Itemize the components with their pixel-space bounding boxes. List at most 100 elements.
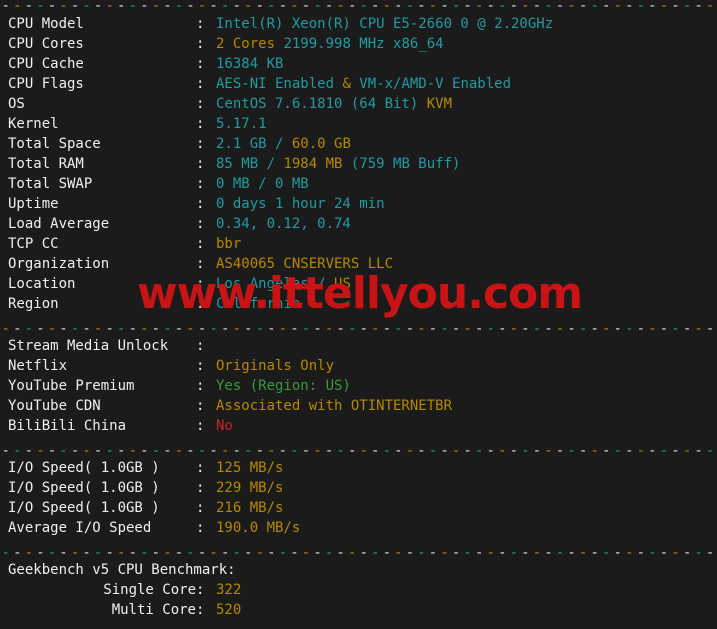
- info-row: CPU Model: Intel(R) Xeon(R) CPU E5-2660 0…: [0, 14, 717, 34]
- separator-after-stream-media: ----------------------------------------…: [1, 445, 715, 458]
- info-row-value: Yes (Region: US): [216, 378, 351, 394]
- info-row-colon: :: [196, 76, 205, 92]
- info-row-label: Uptime: [8, 196, 59, 212]
- info-row: CPU Cores:2 Cores 2199.998 MHz x86_64: [0, 34, 717, 54]
- separator-after-io-speed: ----------------------------------------…: [1, 547, 715, 560]
- info-row-label: Total Space: [8, 136, 101, 152]
- info-row-label: Stream Media Unlock: [8, 338, 169, 354]
- value-part: AES-NI Enabled: [216, 76, 343, 92]
- info-row-colon: :: [196, 296, 205, 312]
- info-row-label: Organization: [8, 256, 110, 272]
- info-row-colon: :: [196, 480, 205, 496]
- info-row-value: 0.34, 0.12, 0.74: [216, 216, 351, 232]
- value-part: 190.0 MB/s: [216, 520, 301, 536]
- section-heading-text: Geekbench v5 CPU Benchmark:: [8, 562, 236, 578]
- info-row-colon: :: [196, 56, 205, 72]
- section-geekbench: Geekbench v5 CPU Benchmark: Single Core: 3…: [0, 560, 717, 629]
- info-row: Stream Media Unlock:: [0, 336, 717, 356]
- info-row: Region: California: [0, 294, 717, 314]
- info-row-colon: :: [196, 156, 205, 172]
- value-part: No: [216, 418, 233, 434]
- info-row-colon: :: [196, 116, 205, 132]
- info-row-colon: :: [196, 136, 205, 152]
- info-row-colon: :: [196, 16, 205, 32]
- info-row-value: 5.17.1: [216, 116, 267, 132]
- info-row-value: No: [216, 418, 233, 434]
- section-stream-media-unlock: Stream Media Unlock: Netflix: Originals On…: [0, 336, 717, 445]
- value-part: Originals Only: [216, 358, 335, 374]
- value-part: 229 MB/s: [216, 480, 284, 496]
- info-row-colon: :: [196, 358, 205, 374]
- info-row: YouTube Premium: Yes (Region: US): [0, 376, 717, 396]
- value-part: AS40065 CNSERVERS LLC: [216, 256, 394, 272]
- info-row-colon: :: [196, 236, 205, 252]
- value-part: &: [342, 76, 360, 92]
- section-heading: Geekbench v5 CPU Benchmark:: [0, 560, 717, 580]
- info-row-colon: :: [196, 176, 205, 192]
- value-part: /: [317, 276, 335, 292]
- info-row-colon: :: [196, 520, 205, 536]
- info-row: Single Core: 322: [0, 580, 717, 600]
- value-part: 125 MB/s: [216, 460, 284, 476]
- info-row-label: Region: [8, 296, 59, 312]
- value-part: KVM: [426, 96, 453, 112]
- value-part: VM-x/AMD-V Enabled: [359, 76, 512, 92]
- info-row-label: TCP CC: [8, 236, 59, 252]
- info-row: CPU Flags: AES-NI Enabled & VM-x/AMD-V En…: [0, 74, 717, 94]
- info-row-label: Total RAM: [8, 156, 84, 172]
- info-row-label: I/O Speed( 1.0GB ): [8, 500, 160, 516]
- info-row: Kernel:5.17.1: [0, 114, 717, 134]
- info-row-label: CPU Cache: [8, 56, 84, 72]
- info-row-label: Netflix: [8, 358, 68, 374]
- info-row: BiliBili China: No: [0, 416, 717, 436]
- info-row: Multi Core: 520: [0, 600, 717, 620]
- info-row: Organization: AS40065 CNSERVERS LLC: [0, 254, 717, 274]
- info-row-colon: :: [196, 36, 205, 52]
- value-part: 0 MB / 0 MB: [216, 176, 309, 192]
- value-part: 322: [216, 582, 242, 598]
- info-row: CPU Cache:16384 KB: [0, 54, 717, 74]
- value-part: 0 days 1 hour 24 min: [216, 196, 385, 212]
- info-row-value: 0 days 1 hour 24 min: [216, 196, 385, 212]
- info-row: Average I/O Speed:190.0 MB/s: [0, 518, 717, 538]
- info-row-label: YouTube CDN: [8, 398, 101, 414]
- info-row-label: CPU Cores: [8, 36, 84, 52]
- info-row-colon: :: [196, 276, 205, 292]
- info-row-label: CPU Flags: [8, 76, 84, 92]
- info-row-colon: :: [196, 602, 205, 618]
- info-row: YouTube CDN: Associated with OTINTERNETBR: [0, 396, 717, 416]
- info-row-value: 216 MB/s: [216, 500, 283, 516]
- value-part: 216 MB/s: [216, 500, 284, 516]
- info-row: TCP CC: bbr: [0, 234, 717, 254]
- value-part: Yes (Region: US): [216, 378, 351, 394]
- info-row: Total SWAP:0 MB / 0 MB: [0, 174, 717, 194]
- info-row-colon: :: [196, 500, 205, 516]
- info-row-colon: :: [196, 216, 205, 232]
- info-row-label: OS: [8, 96, 25, 112]
- value-part: bbr: [216, 236, 242, 252]
- info-row-colon: :: [196, 196, 205, 212]
- info-row-value: bbr: [216, 236, 241, 252]
- info-row: I/O Speed( 1.0GB ):125 MB/s: [0, 458, 717, 478]
- info-row-value: Associated with OTINTERNETBR: [216, 398, 452, 414]
- info-row-label: Single Core: [103, 582, 196, 598]
- value-part: 2.1 GB: [216, 136, 276, 152]
- value-part: 2 Cores: [216, 36, 284, 52]
- info-row-colon: :: [196, 460, 205, 476]
- info-row-value: AES-NI Enabled & VM-x/AMD-V Enabled: [216, 76, 511, 92]
- info-row-colon: :: [196, 256, 205, 272]
- info-row-label: Kernel: [8, 116, 59, 132]
- separator-after-system-info: ----------------------------------------…: [1, 323, 715, 336]
- info-row-value: 16384 KB: [216, 56, 283, 72]
- info-row-colon: :: [196, 378, 205, 394]
- section-system-info: CPU Model: Intel(R) Xeon(R) CPU E5-2660 0…: [0, 14, 717, 323]
- info-row-label: Location: [8, 276, 76, 292]
- info-row-label: BiliBili China: [8, 418, 127, 434]
- info-row-value: 2 Cores 2199.998 MHz x86_64: [216, 36, 444, 52]
- info-row-label: Total SWAP: [8, 176, 93, 192]
- info-row-value: 2.1 GB / 60.0 GB: [216, 136, 351, 152]
- info-row-value: Los Angeles / US: [216, 276, 351, 292]
- info-row: Netflix: Originals Only: [0, 356, 717, 376]
